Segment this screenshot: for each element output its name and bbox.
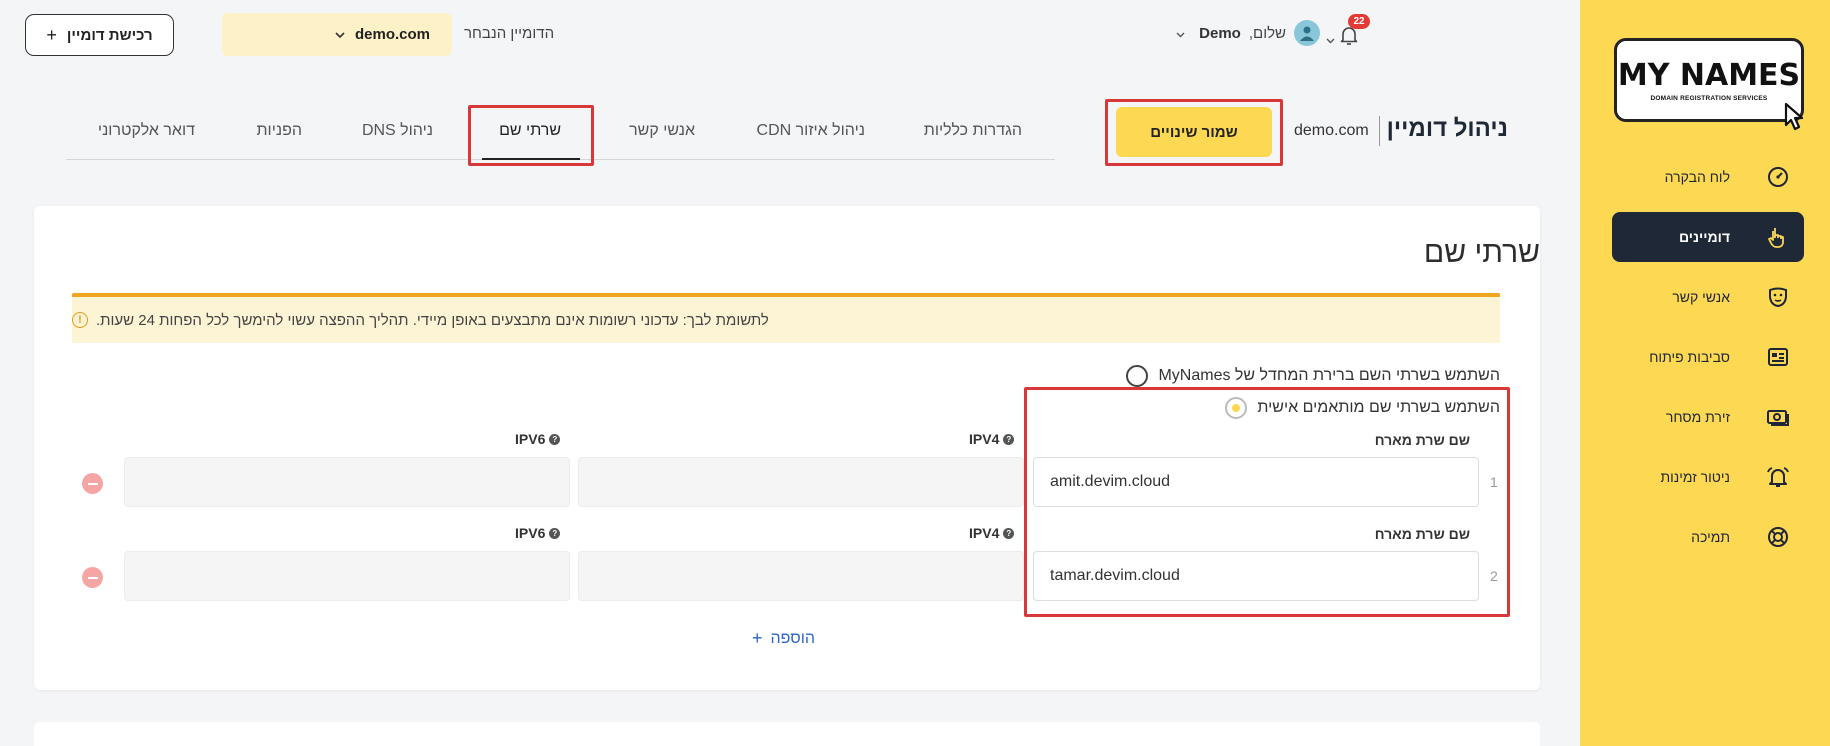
- nameserver-host-input[interactable]: [1033, 551, 1479, 601]
- user-name: Demo: [1199, 24, 1241, 42]
- alert-text: לתשומת לבך: עדכוני רשומות אינם מתבצעים ב…: [96, 311, 769, 329]
- propagation-alert: ! לתשומת לבך: עדכוני רשומות אינם מתבצעים…: [72, 293, 1500, 343]
- logo-text: MY NAMES: [1617, 58, 1801, 93]
- page-domain: demo.com: [1294, 122, 1369, 139]
- help-icon[interactable]: ?: [549, 527, 561, 539]
- cursor-icon: [1784, 102, 1804, 131]
- sidebar-nav: לוח הבקרה דומיינים אנשי קשר סביבות פיתוח…: [1612, 152, 1804, 572]
- selected-domain-label: הדומיין הנבחר: [464, 25, 555, 42]
- ipv6-input[interactable]: [124, 551, 570, 601]
- sidebar-item-label: זירת מסחר: [1665, 409, 1730, 425]
- sidebar-item-uptime-monitoring[interactable]: ניטור זמינות: [1612, 452, 1804, 502]
- radio-default[interactable]: [1126, 365, 1149, 387]
- top-bar: רכישת דומיין + demo.com הדומיין הנבחר 22…: [0, 0, 1580, 70]
- page-title: ניהול דומיין: [1386, 115, 1508, 142]
- contacts-mask-icon: [1766, 285, 1790, 309]
- sidebar-item-label: דומיינים: [1678, 229, 1730, 245]
- sidebar-item-marketplace[interactable]: זירת מסחר: [1612, 392, 1804, 442]
- buy-domain-label: רכישת דומיין: [66, 26, 153, 44]
- add-label: הוספה: [770, 629, 816, 647]
- sidebar-item-support[interactable]: תמיכה: [1612, 512, 1804, 562]
- ipv4-input[interactable]: [578, 457, 1024, 507]
- sidebar-item-label: סביבות פיתוח: [1649, 349, 1730, 365]
- next-card: [34, 722, 1540, 746]
- tab-redirects[interactable]: הפניות: [257, 122, 303, 140]
- sidebar: MY NAMES DOMAIN REGISTRATION SERVICES לו…: [1580, 0, 1830, 746]
- chevron-down-icon: [335, 26, 345, 43]
- help-icon[interactable]: ?: [549, 433, 561, 445]
- option-default-label: השתמש בשרתי השם ברירת המחדל של MyNames: [1158, 367, 1500, 384]
- avatar[interactable]: [1294, 20, 1320, 46]
- host-label: שם שרת מארח: [1374, 432, 1470, 448]
- help-icon[interactable]: ?: [1003, 433, 1015, 445]
- save-changes-button[interactable]: שמור שינויים: [1116, 107, 1272, 157]
- ipv6-input[interactable]: [124, 457, 570, 507]
- info-icon: !: [72, 312, 88, 328]
- sidebar-item-label: ניטור זמינות: [1660, 469, 1731, 485]
- sidebar-item-label: לוח הבקרה: [1664, 169, 1730, 185]
- buy-domain-button[interactable]: רכישת דומיין +: [25, 14, 174, 56]
- greeting-text: שלום,: [1248, 24, 1286, 42]
- ipv6-label: ? IPV6: [515, 431, 561, 447]
- sidebar-item-label: תמיכה: [1691, 529, 1730, 545]
- ipv4-label: ? IPV4: [969, 525, 1015, 541]
- dev-environments-icon: [1766, 345, 1790, 369]
- domain-select[interactable]: demo.com: [222, 13, 452, 56]
- selected-domain-value: demo.com: [354, 26, 430, 43]
- mynames-logo[interactable]: MY NAMES DOMAIN REGISTRATION SERVICES: [1614, 38, 1804, 131]
- tab-cdn-zone[interactable]: ניהול איזור CDN: [757, 122, 865, 140]
- plus-icon: +: [752, 628, 763, 648]
- row-number: 2: [1490, 568, 1498, 584]
- remove-row-button[interactable]: [82, 473, 103, 494]
- alarm-bell-icon: [1766, 465, 1790, 489]
- section-title: שרתי שם: [1423, 236, 1540, 269]
- sidebar-item-label: אנשי קשר: [1672, 289, 1730, 305]
- sidebar-item-dashboard[interactable]: לוח הבקרה: [1612, 152, 1804, 202]
- ipv4-label: ? IPV4: [969, 431, 1015, 447]
- tab-dns-management[interactable]: ניהול DNS: [362, 122, 433, 140]
- lifebuoy-icon: [1766, 525, 1790, 549]
- add-nameserver-button[interactable]: הוספה +: [752, 628, 815, 649]
- ipv6-label: ? IPV6: [515, 525, 561, 541]
- notifications-badge: 22: [1348, 14, 1370, 29]
- logo-subtitle: DOMAIN REGISTRATION SERVICES: [1650, 95, 1768, 102]
- user-greeting[interactable]: שלום, Demo: [1176, 20, 1320, 46]
- pointer-hand-icon: [1766, 225, 1790, 249]
- help-icon[interactable]: ?: [1003, 527, 1015, 539]
- tab-contacts[interactable]: אנשי קשר: [629, 122, 695, 140]
- sidebar-item-dev-environments[interactable]: סביבות פיתוח: [1612, 332, 1804, 382]
- dashboard-gauge-icon: [1766, 165, 1790, 189]
- user-menu-chevron-icon[interactable]: [1176, 25, 1185, 42]
- host-label: שם שרת מארח: [1374, 526, 1470, 542]
- sidebar-item-contacts[interactable]: אנשי קשר: [1612, 272, 1804, 322]
- tab-general-settings[interactable]: הגדרות כלליות: [924, 122, 1022, 140]
- ipv4-input[interactable]: [578, 551, 1024, 601]
- row-number: 1: [1490, 474, 1498, 490]
- marketplace-cash-icon: [1766, 405, 1790, 429]
- option-default-nameservers[interactable]: השתמש בשרתי השם ברירת המחדל של MyNames: [1126, 365, 1500, 387]
- plus-icon: +: [46, 24, 57, 45]
- title-divider: [1379, 116, 1380, 146]
- highlight-frame-tab: [468, 105, 594, 166]
- tab-email[interactable]: דואר אלקטרוני: [98, 122, 195, 140]
- remove-row-button[interactable]: [82, 567, 103, 588]
- sidebar-item-domains[interactable]: דומיינים: [1612, 212, 1804, 262]
- nameserver-host-input[interactable]: [1033, 457, 1479, 507]
- notifications-chevron-icon[interactable]: [1326, 31, 1335, 49]
